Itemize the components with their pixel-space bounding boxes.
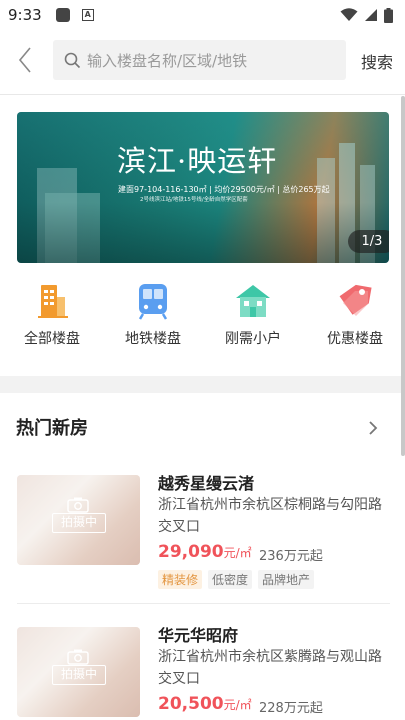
header-divider xyxy=(0,94,405,95)
category-label: 全部楼盘 xyxy=(24,331,80,347)
signal-icon xyxy=(365,9,377,21)
category-grid: 全部楼盘 地铁楼盘 刚需小户 优惠楼盘 xyxy=(0,281,405,351)
hot-section-title: 热门新房 xyxy=(16,418,88,439)
a-icon: A xyxy=(81,9,94,21)
listing-name: 越秀星缦云渚 xyxy=(158,474,255,493)
status-bar: 9:33 A xyxy=(0,0,405,30)
listing-tag: 低密度 xyxy=(208,570,253,589)
category-discount[interactable]: 优惠楼盘 xyxy=(310,281,400,348)
search-placeholder: 输入楼盘名称/区域/地铁 xyxy=(87,51,248,70)
subway-icon xyxy=(138,284,168,320)
listing-divider xyxy=(17,603,390,604)
scrollbar[interactable] xyxy=(401,96,405,456)
status-time: 9:33 xyxy=(8,6,42,24)
category-subway[interactable]: 地铁楼盘 xyxy=(108,281,198,348)
section-separator xyxy=(0,376,401,393)
category-label: 刚需小户 xyxy=(225,331,281,347)
listing-thumbnail: 拍摄中 xyxy=(17,627,140,717)
listing-price-value: 20,500 xyxy=(158,694,224,714)
search-button[interactable]: 搜索 xyxy=(361,49,393,73)
category-all-buildings[interactable]: 全部楼盘 xyxy=(7,281,97,348)
search-icon xyxy=(64,52,81,68)
listing-price-value: 29,090 xyxy=(158,542,224,562)
listing-price-unit: 元/㎡ xyxy=(223,546,252,560)
category-small-units[interactable]: 刚需小户 xyxy=(208,281,298,348)
listing-total-price: 236万元起 xyxy=(259,549,323,564)
banner-pager: 1/3 xyxy=(348,230,389,253)
category-label: 地铁楼盘 xyxy=(125,331,181,347)
battery-icon xyxy=(384,7,393,23)
listing-card[interactable]: 拍摄中 华元华昭府 浙江省杭州市余杭区紫腾路与观山路交叉口 20,500元/㎡ … xyxy=(0,620,405,720)
listing-name: 华元华昭府 xyxy=(158,626,239,645)
listing-price: 20,500元/㎡ xyxy=(158,694,252,714)
listing-tags: 精装修 低密度 品牌地产 xyxy=(158,570,315,589)
discount-tag-icon xyxy=(339,284,372,316)
header: 输入楼盘名称/区域/地铁 搜索 xyxy=(0,38,405,82)
listing-tag: 品牌地产 xyxy=(258,570,315,589)
listing-tag: 精装修 xyxy=(158,570,203,589)
category-label: 优惠楼盘 xyxy=(327,331,383,347)
back-arrow-icon xyxy=(18,47,31,73)
listing-price-unit: 元/㎡ xyxy=(223,698,252,712)
building-icon xyxy=(38,285,68,318)
house-icon xyxy=(236,285,270,317)
back-button[interactable] xyxy=(0,38,50,82)
banner-title: 滨江·映运轩 xyxy=(117,144,278,178)
listing-address: 浙江省杭州市余杭区紫腾路与观山路交叉口 xyxy=(158,649,382,687)
search-input[interactable]: 输入楼盘名称/区域/地铁 xyxy=(53,40,346,80)
camera-icon xyxy=(67,497,89,513)
listing-thumbnail: 拍摄中 xyxy=(17,475,140,565)
banner-specs: 建面97-104-116-130㎡ | 均价29500元/㎡ | 总价265万起 xyxy=(118,185,330,194)
listing-price: 29,090元/㎡ xyxy=(158,542,252,562)
listing-address: 浙江省杭州市余杭区棕桐路与勾阳路交叉口 xyxy=(158,497,382,535)
listing-total-price: 228万元起 xyxy=(259,701,323,716)
thumbnail-label: 拍摄中 xyxy=(52,665,106,685)
listing-card[interactable]: 拍摄中 越秀星缦云渚 浙江省杭州市余杭区棕桐路与勾阳路交叉口 29,090元/㎡… xyxy=(0,468,405,605)
thumbnail-label: 拍摄中 xyxy=(52,513,106,533)
promo-banner[interactable]: 滨江·映运轩 建面97-104-116-130㎡ | 均价29500元/㎡ | … xyxy=(17,112,389,263)
banner-subtitle: 2号线滨江站/地铁15号线/全龄自然学区配套 xyxy=(140,197,248,203)
wifi-icon xyxy=(340,8,358,21)
chevron-right-icon[interactable] xyxy=(368,420,378,436)
notification-icon xyxy=(55,8,70,22)
status-right-icons xyxy=(340,7,393,23)
camera-icon xyxy=(67,649,89,665)
